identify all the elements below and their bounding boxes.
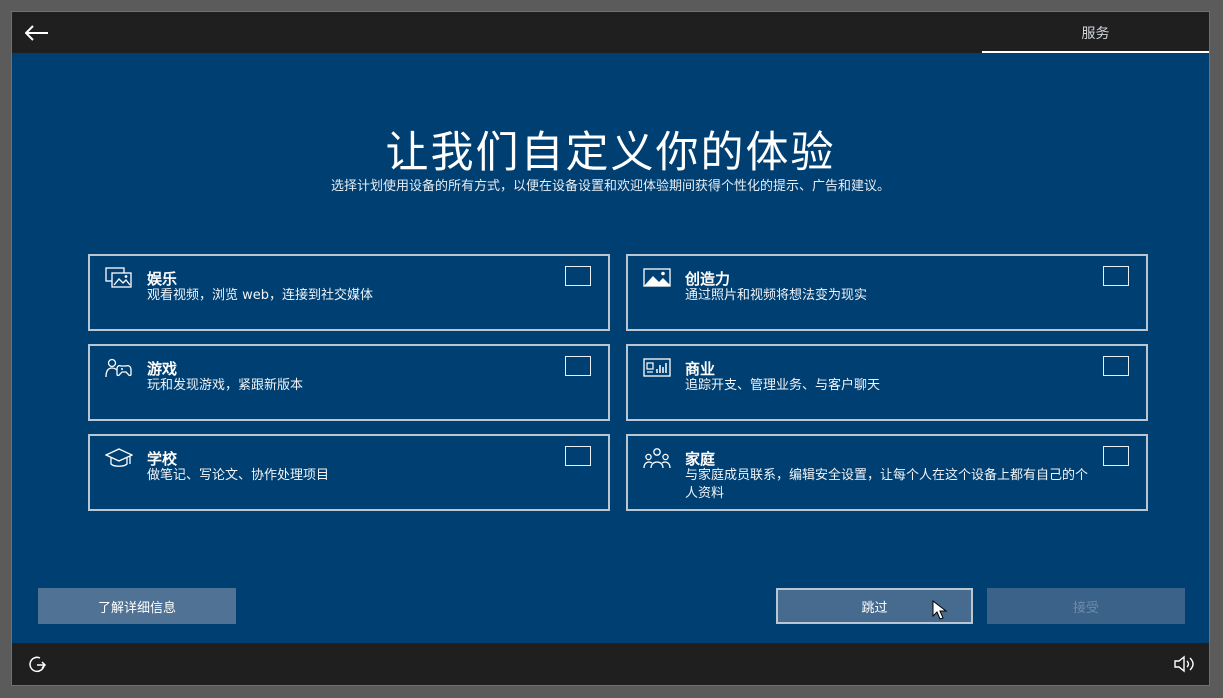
creativity-icon bbox=[643, 267, 671, 289]
bottom-bar bbox=[12, 643, 1209, 685]
tab-underline bbox=[982, 51, 1209, 53]
skip-button[interactable]: 跳过 bbox=[776, 588, 973, 624]
business-icon bbox=[643, 357, 671, 379]
back-button[interactable] bbox=[22, 20, 52, 46]
option-title: 家庭 bbox=[685, 450, 716, 468]
tab-services[interactable]: 服务 bbox=[982, 12, 1209, 53]
option-description: 追踪开支、管理业务、与客户聊天 bbox=[685, 378, 881, 393]
back-arrow-icon bbox=[25, 25, 48, 41]
volume-icon bbox=[1174, 655, 1194, 673]
school-icon bbox=[105, 447, 133, 469]
option-card-family[interactable]: 家庭 与家庭成员联系，编辑安全设置，让每个人在这个设备上都有自己的个人资料 bbox=[626, 434, 1148, 511]
option-title: 创造力 bbox=[685, 270, 731, 288]
option-checkbox[interactable] bbox=[1103, 266, 1129, 286]
option-title: 娱乐 bbox=[147, 270, 178, 288]
option-title: 游戏 bbox=[147, 360, 178, 378]
option-card-entertainment[interactable]: 娱乐 观看视频，浏览 web，连接到社交媒体 bbox=[88, 254, 610, 331]
page-subtitle: 选择计划使用设备的所有方式，以便在设备设置和欢迎体验期间获得个性化的提示、广告和… bbox=[330, 179, 890, 194]
option-title: 学校 bbox=[147, 450, 178, 468]
option-checkbox[interactable] bbox=[1103, 356, 1129, 376]
ease-of-access-icon bbox=[29, 656, 47, 673]
oobe-window: 服务 让我们自定义你的体验 选择计划使用设备的所有方式，以便在设备设置和欢迎体验… bbox=[11, 11, 1210, 686]
option-checkbox[interactable] bbox=[565, 356, 591, 376]
option-description: 观看视频，浏览 web，连接到社交媒体 bbox=[147, 288, 374, 303]
option-description: 与家庭成员联系，编辑安全设置，让每个人在这个设备上都有自己的个人资料 bbox=[685, 468, 1089, 501]
option-card-business[interactable]: 商业 追踪开支、管理业务、与客户聊天 bbox=[626, 344, 1148, 421]
option-card-school[interactable]: 学校 做笔记、写论文、协作处理项目 bbox=[88, 434, 610, 511]
volume-button[interactable] bbox=[1173, 655, 1195, 673]
entertainment-icon bbox=[105, 267, 133, 289]
family-icon bbox=[643, 447, 671, 469]
option-description: 玩和发现游戏，紧跟新版本 bbox=[147, 378, 304, 393]
gaming-icon bbox=[105, 357, 133, 379]
top-bar: 服务 bbox=[12, 12, 1209, 53]
learn-more-button[interactable]: 了解详细信息 bbox=[38, 588, 236, 624]
accept-button[interactable]: 接受 bbox=[987, 588, 1185, 624]
option-checkbox[interactable] bbox=[565, 266, 591, 286]
option-description: 做笔记、写论文、协作处理项目 bbox=[147, 468, 330, 483]
tab-services-label: 服务 bbox=[1081, 25, 1110, 42]
option-checkbox[interactable] bbox=[565, 446, 591, 466]
option-description: 通过照片和视频将想法变为现实 bbox=[685, 288, 868, 303]
option-card-creativity[interactable]: 创造力 通过照片和视频将想法变为现实 bbox=[626, 254, 1148, 331]
page-title: 让我们自定义你的体验 bbox=[385, 128, 836, 178]
option-checkbox[interactable] bbox=[1103, 446, 1129, 466]
ease-of-access-button[interactable] bbox=[26, 654, 48, 674]
option-title: 商业 bbox=[685, 360, 716, 378]
option-card-gaming[interactable]: 游戏 玩和发现游戏，紧跟新版本 bbox=[88, 344, 610, 421]
